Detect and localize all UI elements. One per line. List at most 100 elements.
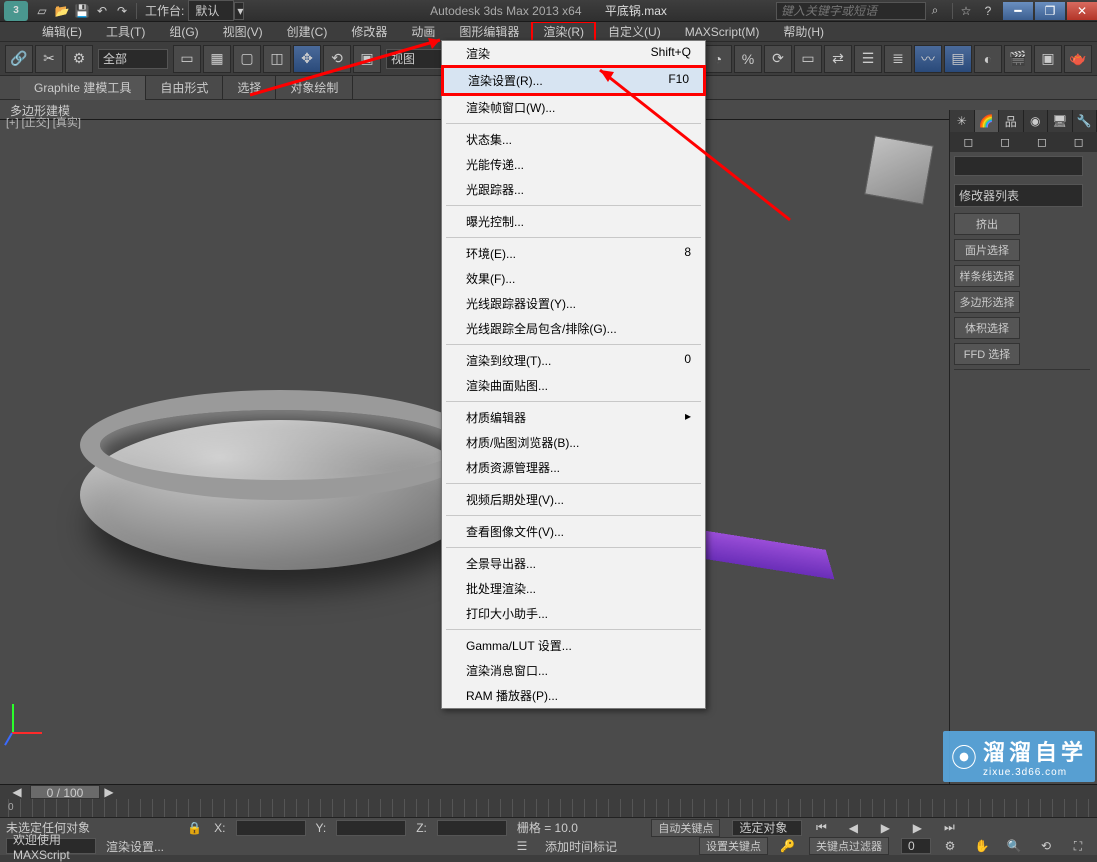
menu-item-render-surface-map[interactable]: 渲染曲面贴图... — [442, 373, 705, 398]
cmdtab-utilities-icon[interactable]: 🔧 — [1073, 110, 1097, 132]
menu-item-state-sets[interactable]: 状态集... — [442, 127, 705, 152]
menu-item-render-frame-window[interactable]: 渲染帧窗口(W)... — [442, 95, 705, 120]
spotlight-icon[interactable]: ⌕ — [926, 2, 944, 20]
menu-view[interactable]: 视图(V) — [211, 21, 275, 42]
bind-icon[interactable]: ⚙ — [65, 45, 93, 73]
menu-item-effects[interactable]: 效果(F)... — [442, 266, 705, 291]
menu-item-material-explorer[interactable]: 材质资源管理器... — [442, 455, 705, 480]
qat-redo-icon[interactable]: ↷ — [113, 2, 131, 20]
render-icon[interactable]: 🫖 — [1064, 45, 1092, 73]
menu-item-exposure[interactable]: 曝光控制... — [442, 209, 705, 234]
link-icon[interactable]: 🔗 — [5, 45, 33, 73]
menu-maxscript[interactable]: MAXScript(M) — [673, 23, 772, 41]
play-start-icon[interactable]: ⏮ — [812, 819, 830, 837]
menu-customize[interactable]: 自定义(U) — [596, 21, 673, 42]
search-input[interactable] — [776, 2, 926, 20]
mod-patch-select-button[interactable]: 面片选择 — [954, 239, 1020, 261]
menu-item-render-to-texture[interactable]: 渲染到纹理(T)...0 — [442, 348, 705, 373]
window-crossing-icon[interactable]: ◫ — [263, 45, 291, 73]
cmdsub-3-icon[interactable]: ◻ — [1024, 132, 1061, 152]
play-end-icon[interactable]: ⏭ — [940, 819, 958, 837]
mod-spline-select-button[interactable]: 样条线选择 — [954, 265, 1020, 287]
autokey-button[interactable]: 自动关键点 — [651, 819, 720, 837]
menu-item-video-post[interactable]: 视频后期处理(V)... — [442, 487, 705, 512]
cmdtab-hierarchy-icon[interactable]: 品 — [999, 110, 1024, 132]
key-icon[interactable]: 🔑 — [780, 839, 795, 853]
window-maximize-button[interactable]: ❐ — [1035, 2, 1065, 20]
play-prev-icon[interactable]: ◀ — [844, 819, 862, 837]
select-region-icon[interactable]: ▢ — [233, 45, 261, 73]
menu-item-material-editor[interactable]: 材质编辑器▸ — [442, 405, 705, 430]
app-icon[interactable]: 3 — [4, 1, 28, 21]
window-minimize-button[interactable]: ━ — [1003, 2, 1033, 20]
menu-item-raytracer-settings[interactable]: 光线跟踪器设置(Y)... — [442, 291, 705, 316]
angle-snap-icon[interactable]: ◔ — [704, 45, 732, 73]
cmdsub-2-icon[interactable]: ◻ — [987, 132, 1024, 152]
object-name-field[interactable] — [954, 156, 1083, 176]
window-close-button[interactable]: ✕ — [1067, 2, 1097, 20]
menu-modifiers[interactable]: 修改器 — [339, 21, 399, 42]
ribbon-tab-select[interactable]: 选择 — [223, 75, 276, 100]
scale-icon[interactable]: ▣ — [353, 45, 381, 73]
unlink-icon[interactable]: ✂ — [35, 45, 63, 73]
menu-graph-editors[interactable]: 图形编辑器 — [447, 21, 531, 42]
key-mode-dropdown[interactable]: 选定对象 — [732, 820, 802, 836]
menu-item-render-setup[interactable]: 渲染设置(R)... F10 — [444, 68, 703, 93]
play-next-icon[interactable]: ▶ — [908, 819, 926, 837]
x-field[interactable] — [236, 820, 306, 836]
select-name-icon[interactable]: ▦ — [203, 45, 231, 73]
render-frame-icon[interactable]: ▣ — [1034, 45, 1062, 73]
frame-field[interactable]: 0 — [901, 838, 931, 854]
menu-item-environment[interactable]: 环境(E)...8 — [442, 241, 705, 266]
menu-item-material-browser[interactable]: 材质/贴图浏览器(B)... — [442, 430, 705, 455]
menu-render[interactable]: 渲染(R) — [531, 21, 596, 42]
selection-filter-dropdown[interactable]: 全部 — [98, 49, 168, 69]
info-icon[interactable]: ? — [979, 2, 997, 20]
cmdtab-display-icon[interactable]: 🖥 — [1048, 110, 1073, 132]
ribbon-tab-freeform[interactable]: 自由形式 — [146, 75, 223, 100]
workspace-dropdown-arrow[interactable]: ▾ — [234, 2, 244, 20]
menu-item-view-image[interactable]: 查看图像文件(V)... — [442, 519, 705, 544]
align-icon[interactable]: ☰ — [854, 45, 882, 73]
menu-item-batch-render[interactable]: 批处理渲染... — [442, 576, 705, 601]
cmdtab-modify-icon[interactable]: 🌈 — [975, 110, 1000, 132]
named-selection-icon[interactable]: ▭ — [794, 45, 822, 73]
ribbon-tab-objpaint[interactable]: 对象绘制 — [276, 75, 353, 100]
menu-item-ram-player[interactable]: RAM 播放器(P)... — [442, 683, 705, 708]
lock-icon[interactable]: 🔒 — [187, 821, 202, 835]
mirror-icon[interactable]: ⇄ — [824, 45, 852, 73]
cmdtab-create-icon[interactable]: ✳ — [950, 110, 975, 132]
z-field[interactable] — [437, 820, 507, 836]
move-icon[interactable]: ✥ — [293, 45, 321, 73]
menu-group[interactable]: 组(G) — [157, 21, 210, 42]
timeline-ruler[interactable]: 0 — [8, 799, 1089, 817]
menu-item-radiosity[interactable]: 光能传递... — [442, 152, 705, 177]
menu-animation[interactable]: 动画 — [399, 21, 447, 42]
mod-poly-select-button[interactable]: 多边形选择 — [954, 291, 1020, 313]
menu-item-raytrace-include[interactable]: 光线跟踪全局包含/排除(G)... — [442, 316, 705, 341]
maxscript-listener[interactable]: 欢迎使用 MAXScript — [6, 838, 96, 854]
schematic-view-icon[interactable]: ▤ — [944, 45, 972, 73]
ribbon-tab-graphite[interactable]: Graphite 建模工具 — [20, 75, 146, 100]
menu-item-render[interactable]: 渲染 Shift+Q — [442, 41, 705, 66]
qat-save-icon[interactable]: 💾 — [73, 2, 91, 20]
menu-item-gamma-lut[interactable]: Gamma/LUT 设置... — [442, 633, 705, 658]
menu-item-print-size[interactable]: 打印大小助手... — [442, 601, 705, 626]
layers-icon[interactable]: ≣ — [884, 45, 912, 73]
material-editor-icon[interactable]: ◐ — [974, 45, 1002, 73]
menu-edit[interactable]: 编辑(E) — [30, 21, 94, 42]
qat-open-icon[interactable]: 📂 — [53, 2, 71, 20]
rotate-icon[interactable]: ⟲ — [323, 45, 351, 73]
cmdsub-4-icon[interactable]: ◻ — [1060, 132, 1097, 152]
cmdtab-motion-icon[interactable]: ◉ — [1024, 110, 1049, 132]
menu-item-render-message[interactable]: 渲染消息窗口... — [442, 658, 705, 683]
menu-help[interactable]: 帮助(H) — [771, 21, 836, 42]
workspace-dropdown[interactable]: 默认 — [188, 0, 234, 21]
menu-item-light-tracer[interactable]: 光跟踪器... — [442, 177, 705, 202]
mod-vol-select-button[interactable]: 体积选择 — [954, 317, 1020, 339]
time-slider-handle[interactable]: 0 / 100 — [30, 785, 100, 799]
help-icon[interactable]: ☆ — [957, 2, 975, 20]
add-time-tag[interactable]: 添加时间标记 — [545, 838, 617, 855]
percent-snap-icon[interactable]: % — [734, 45, 762, 73]
menu-tools[interactable]: 工具(T) — [94, 21, 157, 42]
